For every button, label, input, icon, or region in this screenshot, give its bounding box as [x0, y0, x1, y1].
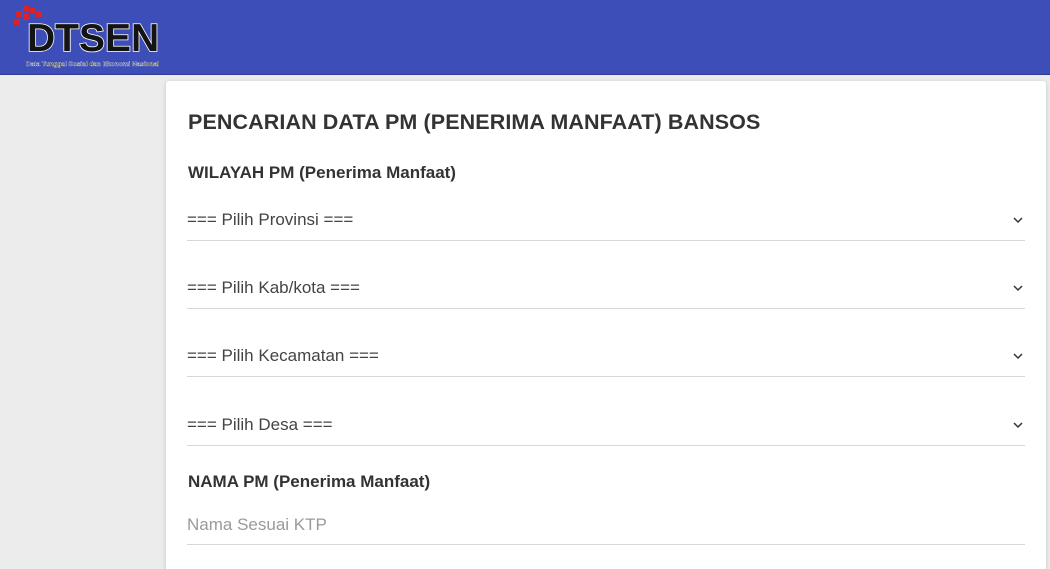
page-title: PENCARIAN DATA PM (PENERIMA MANFAAT) BAN…	[188, 110, 761, 134]
chevron-down-icon	[1013, 285, 1023, 292]
provinsi-select-value: === Pilih Provinsi ===	[187, 210, 354, 229]
desa-select[interactable]: === Pilih Desa ===	[187, 408, 1025, 446]
search-form-card: PENCARIAN DATA PM (PENERIMA MANFAAT) BAN…	[166, 81, 1046, 569]
kecamatan-select-value: === Pilih Kecamatan ===	[187, 346, 379, 365]
nama-ktp-input[interactable]	[187, 505, 1025, 545]
kabkota-select[interactable]: === Pilih Kab/kota ===	[187, 271, 1025, 309]
chevron-down-icon	[1013, 422, 1023, 429]
nama-section-label: NAMA PM (Penerima Manfaat)	[188, 472, 431, 491]
kecamatan-select[interactable]: === Pilih Kecamatan ===	[187, 339, 1025, 377]
wilayah-section-label: WILAYAH PM (Penerima Manfaat)	[188, 163, 456, 182]
dtsen-logo[interactable]: DTSEN Data Tunggal Sosial dan Ekonomi Na…	[14, 6, 166, 72]
kabkota-select-value: === Pilih Kab/kota ===	[187, 278, 360, 297]
top-header-bar: DTSEN Data Tunggal Sosial dan Ekonomi Na…	[0, 0, 1050, 75]
chevron-down-icon	[1013, 353, 1023, 360]
logo-tagline: Data Tunggal Sosial dan Ekonomi Nasional	[26, 61, 160, 68]
desa-select-value: === Pilih Desa ===	[187, 415, 333, 434]
logo-wordmark: DTSEN	[26, 17, 160, 60]
chevron-down-icon	[1013, 217, 1023, 224]
provinsi-select[interactable]: === Pilih Provinsi ===	[187, 203, 1025, 241]
